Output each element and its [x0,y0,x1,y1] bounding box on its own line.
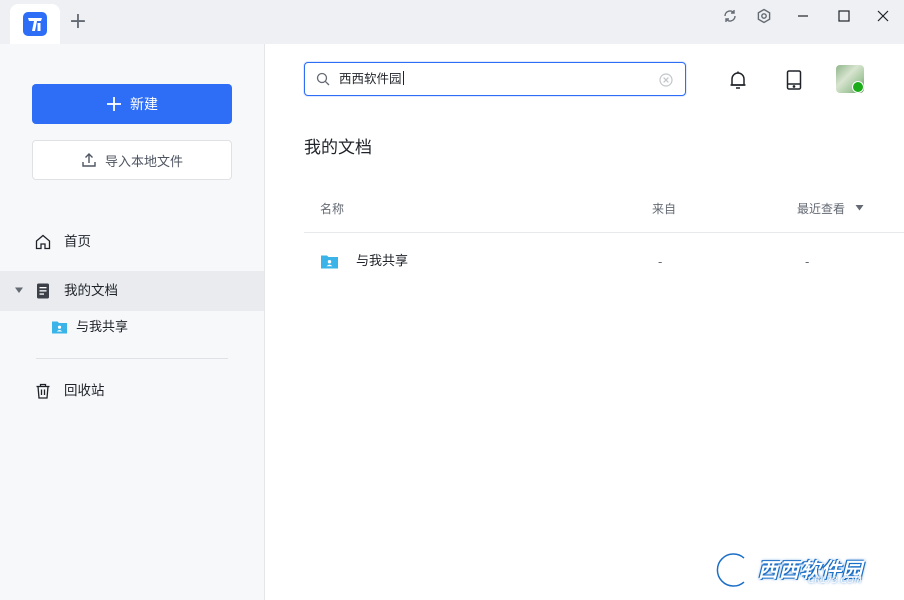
sidebar: 新建 导入本地文件 首页 我的文档 与我共享 回收站 [0,44,265,600]
title-bar: + [0,0,904,44]
column-header-name[interactable]: 名称 [320,200,344,217]
caret-down-icon[interactable] [14,285,24,295]
wechat-badge-icon [852,81,864,93]
document-icon [37,283,49,299]
close-icon[interactable] [870,4,896,28]
watermark-sub: CR173.COM [808,576,862,586]
row-last-viewed: - [805,255,810,269]
search-input[interactable]: 西西软件园 [304,62,686,96]
watermark-logo: 西西软件园 CR173.COM [700,548,886,592]
sort-down-icon[interactable] [855,204,864,212]
column-header-from[interactable]: 来自 [652,200,676,217]
sidebar-divider [36,358,228,359]
column-header-last-viewed-label: 最近查看 [797,202,846,216]
add-tab-button[interactable]: + [66,10,90,34]
column-header-last-viewed[interactable]: 最近查看 [797,200,864,217]
sidebar-item-label: 回收站 [64,383,105,399]
app-logo-icon [23,12,47,36]
clear-search-icon[interactable] [659,73,673,87]
sidebar-item-label: 首页 [64,234,91,250]
settings-icon[interactable] [751,4,777,28]
import-button-label: 导入本地文件 [104,154,183,170]
table-row[interactable]: 与我共享 - - [304,242,904,282]
sidebar-item-shared-with-me[interactable]: 与我共享 [0,311,264,345]
table-header-divider [304,232,904,233]
search-icon [316,72,330,86]
sidebar-item-label: 我的文档 [64,283,118,299]
minimize-icon[interactable] [790,4,816,28]
trash-icon [36,383,50,399]
sidebar-item-label: 与我共享 [76,320,129,335]
bell-icon[interactable] [726,68,750,92]
shared-folder-icon [321,255,338,269]
search-value[interactable]: 西西软件园 [339,71,404,87]
sync-icon[interactable] [717,4,743,28]
maximize-icon[interactable] [831,4,857,28]
import-local-file-button[interactable]: 导入本地文件 [32,140,232,180]
shared-folder-icon [52,321,67,334]
home-icon [35,234,51,250]
new-button-label: 新建 [130,97,158,113]
tablet-icon[interactable] [782,68,806,92]
sidebar-item-recycle-bin[interactable]: 回收站 [0,371,264,411]
sidebar-item-my-docs[interactable]: 我的文档 [0,271,264,311]
watermark-c-logo-icon [714,551,746,589]
page-title: 我的文档 [304,138,372,158]
upload-icon [82,153,96,167]
app-tab[interactable] [10,4,60,44]
row-from: - [658,255,663,269]
avatar[interactable] [836,65,864,93]
plus-icon [107,97,121,111]
sidebar-item-home[interactable]: 首页 [0,222,264,262]
row-name: 与我共享 [356,254,409,269]
new-button[interactable]: 新建 [32,84,232,124]
